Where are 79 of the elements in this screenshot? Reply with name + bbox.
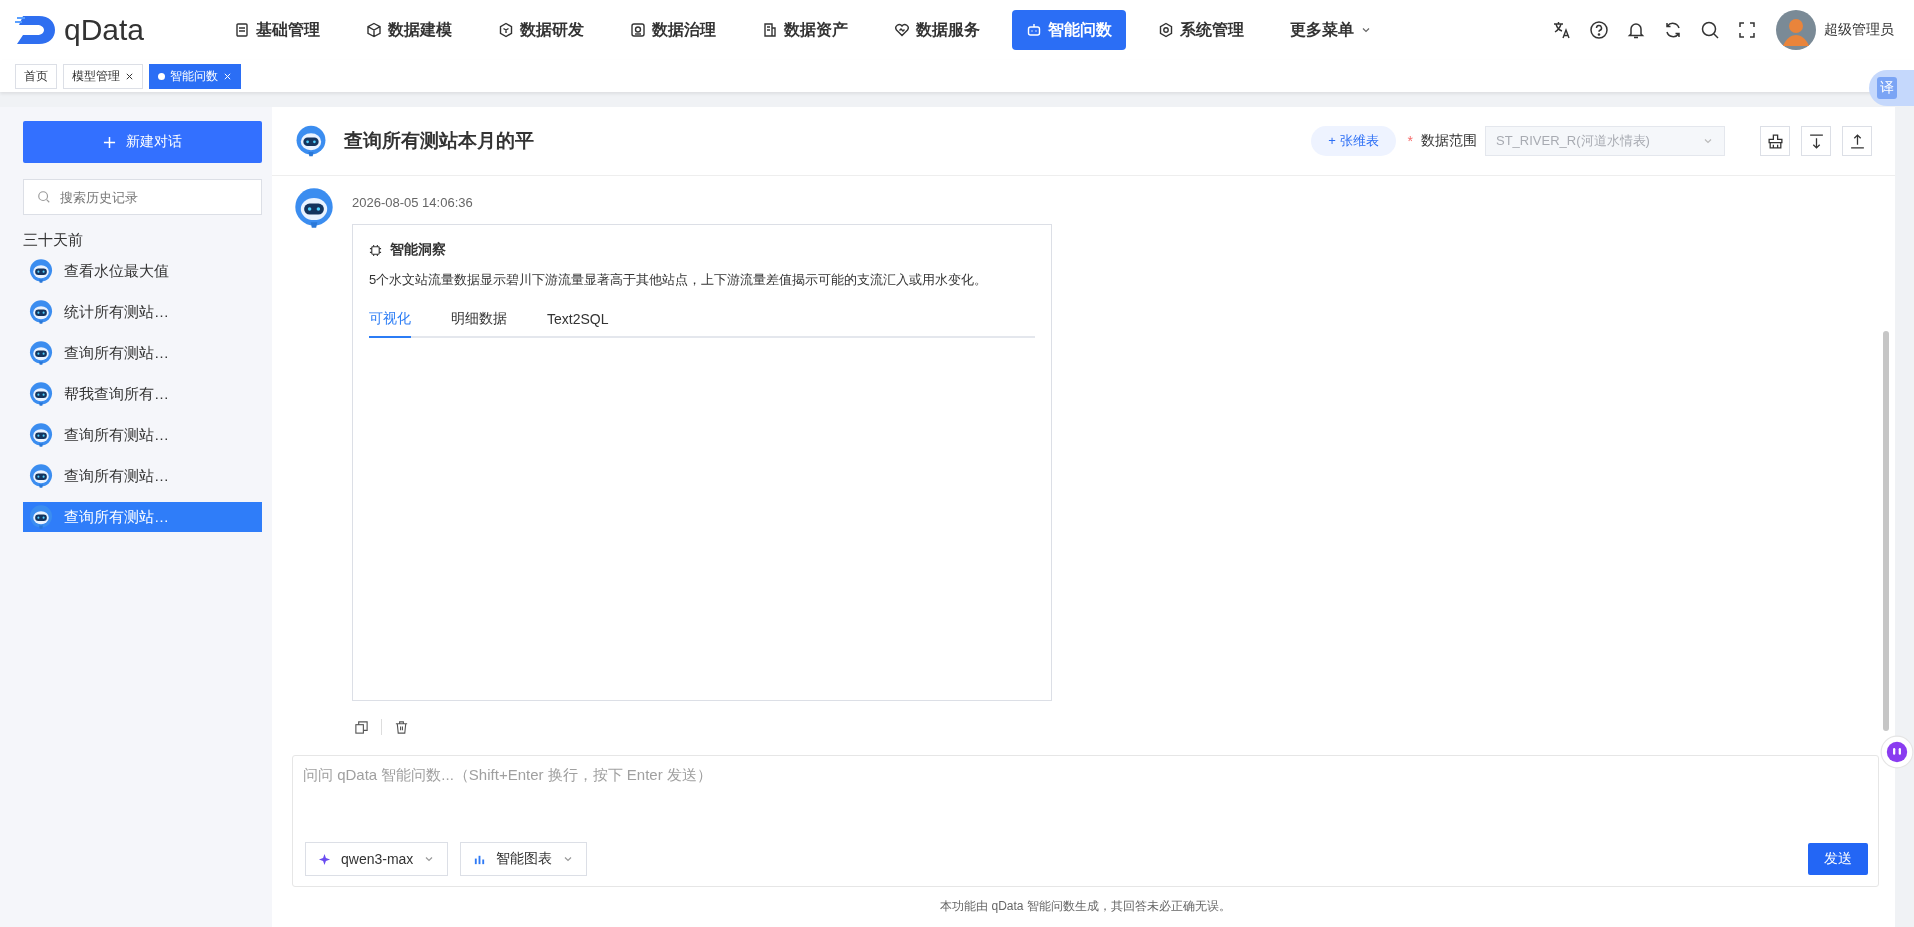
heart-icon — [894, 22, 910, 38]
nav-item[interactable]: 基础管理 — [220, 10, 334, 50]
nav-item[interactable]: 数据治理 — [616, 10, 730, 50]
trash-icon[interactable] — [394, 719, 409, 735]
page-tab[interactable]: 首页 — [15, 63, 57, 89]
translate-icon[interactable] — [1552, 20, 1572, 40]
robot-avatar — [28, 422, 54, 448]
message-input[interactable]: 问问 qData 智能问数...（Shift+Enter 换行，按下 Enter 发送） qwen3-max 智能图表 发送 — [292, 755, 1879, 887]
robot-avatar — [28, 381, 54, 407]
hexagon-icon — [498, 22, 514, 38]
table-button[interactable]: + 张维表 — [1311, 126, 1396, 156]
nav-item[interactable]: 数据服务 — [880, 10, 994, 50]
fullscreen-icon[interactable] — [1737, 20, 1757, 40]
scope-label: 数据范围 — [1421, 132, 1477, 150]
user-avatar[interactable] — [1776, 10, 1816, 50]
history-item[interactable]: 查询所有测站… — [23, 502, 262, 532]
group-heading: 三十天前 — [23, 231, 84, 250]
message-time: 2026-08-05 14:06:36 — [352, 195, 474, 210]
download-button[interactable] — [1801, 126, 1831, 156]
nav-item[interactable]: 数据建模 — [352, 10, 466, 50]
card-title: 智能洞察 — [390, 241, 446, 259]
page-tab[interactable]: 模型管理 — [63, 63, 143, 89]
help-icon[interactable] — [1589, 20, 1609, 40]
send-button[interactable]: 发送 — [1808, 843, 1868, 875]
robot-icon — [1026, 22, 1042, 38]
history-item[interactable]: 查询所有测站… — [23, 420, 262, 450]
history-item[interactable]: 帮我查询所有… — [23, 379, 262, 409]
insight-text: 5个水文站流量数据显示碧川下游流量显著高于其他站点，上下游流量差值揭示可能的支流汇入或用水变化。 — [369, 271, 989, 289]
nav-item[interactable]: 智能问数 — [1012, 10, 1126, 50]
document-icon — [762, 22, 778, 38]
history-item[interactable]: 查询所有测站… — [23, 461, 262, 491]
robot-avatar — [28, 299, 54, 325]
scrollbar-thumb[interactable] — [1883, 331, 1889, 731]
robot-avatar — [294, 124, 328, 158]
chat-title: 查询所有测站本月的平 — [344, 129, 534, 153]
assistant-icon[interactable] — [1880, 735, 1914, 769]
required-mark: * — [1407, 133, 1413, 149]
new-chat-button[interactable]: 新建对话 — [23, 121, 262, 163]
cube-icon — [366, 22, 382, 38]
nav-item[interactable]: 数据资产 — [748, 10, 862, 50]
nav-item[interactable]: 系统管理 — [1144, 10, 1258, 50]
download-icon — [1807, 132, 1825, 150]
clear-button[interactable] — [1760, 126, 1790, 156]
history-item[interactable]: 统计所有测站… — [23, 297, 262, 327]
more-menu[interactable]: 更多菜单 — [1276, 10, 1386, 50]
history-item[interactable]: 查看水位最大值 — [23, 256, 262, 286]
frame-icon — [630, 22, 646, 38]
upload-button[interactable] — [1842, 126, 1872, 156]
refresh-icon[interactable] — [1663, 20, 1683, 40]
search-field[interactable]: 搜索历史记录 — [23, 179, 262, 215]
history-item[interactable]: 查询所有测站… — [23, 338, 262, 368]
page-tab[interactable]: 智能问数 — [149, 63, 241, 89]
active-dot — [158, 72, 165, 80]
result-tab[interactable]: 明细数据 — [451, 304, 507, 338]
robot-avatar — [28, 504, 54, 530]
sparkle-icon — [318, 852, 331, 866]
chip-icon — [369, 243, 382, 257]
bell-icon[interactable] — [1626, 20, 1646, 40]
robot-avatar — [28, 340, 54, 366]
upload-icon — [1848, 132, 1866, 150]
disclaimer-text: 本功能由 qData 智能问数生成，其回答未必正确无误。 — [939, 898, 1232, 915]
search-icon — [37, 190, 51, 204]
robot-avatar — [28, 463, 54, 489]
model-select[interactable]: qwen3-max — [305, 842, 449, 876]
robot-avatar — [292, 186, 336, 230]
chart-mode-select[interactable]: 智能图表 — [460, 842, 588, 876]
broom-icon — [1766, 132, 1784, 150]
result-tab[interactable]: Text2SQL — [547, 304, 609, 338]
user-name[interactable]: 超级管理员 — [1824, 21, 1894, 39]
settings-icon — [1158, 22, 1174, 38]
close-icon[interactable] — [125, 71, 134, 81]
copy-icon[interactable] — [354, 719, 369, 735]
plus-icon — [103, 135, 116, 149]
form-icon — [234, 22, 250, 38]
nav-item[interactable]: 数据研发 — [484, 10, 598, 50]
robot-avatar — [28, 258, 54, 284]
search-icon[interactable] — [1700, 20, 1720, 40]
logo-text: qData — [64, 13, 145, 47]
result-tab[interactable]: 可视化 — [369, 304, 411, 338]
